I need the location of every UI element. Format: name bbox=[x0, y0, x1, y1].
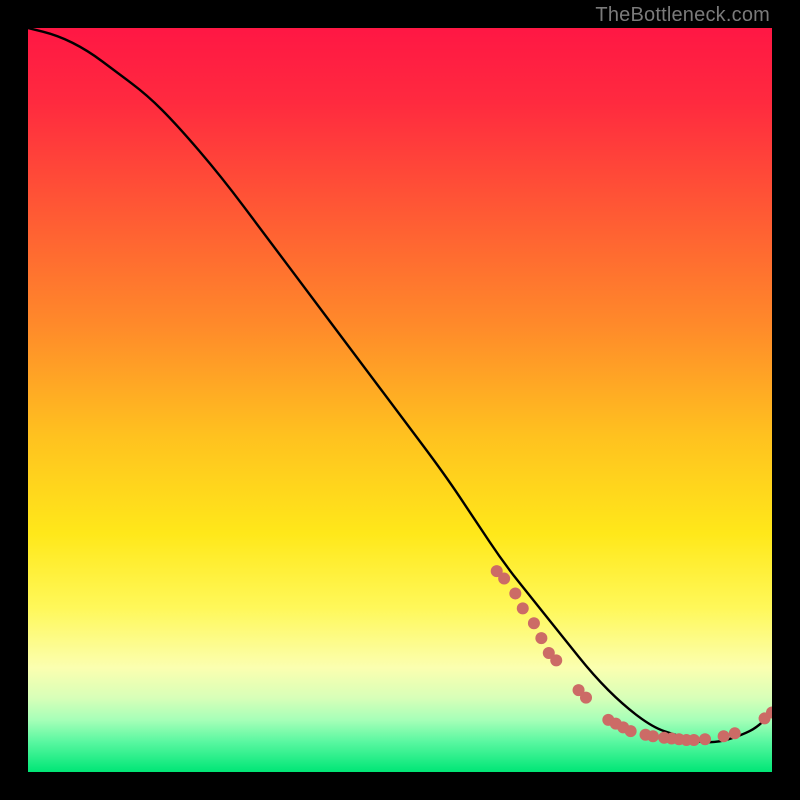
marker-point bbox=[699, 733, 711, 745]
marker-point bbox=[729, 727, 741, 739]
marker-point bbox=[580, 692, 592, 704]
marker-point bbox=[517, 602, 529, 614]
marker-point bbox=[688, 734, 700, 746]
marker-point bbox=[550, 654, 562, 666]
watermark-text: TheBottleneck.com bbox=[595, 4, 770, 27]
marker-point bbox=[625, 725, 637, 737]
marker-point bbox=[509, 587, 521, 599]
marker-point bbox=[718, 730, 730, 742]
gradient-background bbox=[28, 28, 772, 772]
marker-point bbox=[498, 573, 510, 585]
marker-point bbox=[528, 617, 540, 629]
bottleneck-chart bbox=[28, 28, 772, 772]
marker-point bbox=[647, 730, 659, 742]
marker-point bbox=[535, 632, 547, 644]
chart-frame bbox=[28, 28, 772, 772]
